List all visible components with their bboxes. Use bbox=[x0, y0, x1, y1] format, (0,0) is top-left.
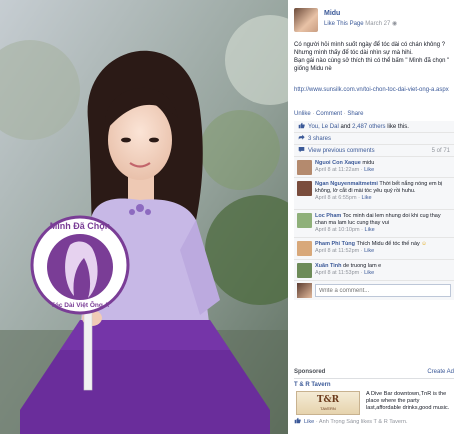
ad-image-subtitle: TAVERN bbox=[320, 406, 336, 411]
post-text: Có người hỏi mình suốt ngày để tóc dài c… bbox=[294, 41, 454, 73]
shares-link[interactable]: 3 shares bbox=[308, 136, 331, 142]
comment-time[interactable]: April 8 at 11:52pm bbox=[315, 248, 359, 254]
comment-text: midu bbox=[362, 160, 375, 166]
ad-image[interactable]: T&R TAVERN bbox=[296, 391, 360, 415]
ad-social-context: Like · Anh Trọng Sáng likes T & R Tavern… bbox=[294, 417, 408, 425]
smiley-icon: ☺ bbox=[421, 241, 427, 247]
comment-avatar[interactable] bbox=[297, 160, 312, 175]
comment-text: Thích Midu để tóc thế này bbox=[356, 241, 420, 247]
like-page-link[interactable]: Like This Page bbox=[324, 21, 364, 27]
create-ad-link[interactable]: Create Ad bbox=[427, 369, 454, 375]
post-text-paragraph-2: Bạn gái nào cùng sở thích thì có thể bấm… bbox=[294, 58, 450, 72]
comment-like-button[interactable]: Like bbox=[364, 167, 374, 173]
post-actions: Unlike · Comment · Share bbox=[294, 111, 364, 117]
post-header: Midu Like This Page March 27 ◉ bbox=[294, 8, 458, 34]
comment-text: de truong lam e bbox=[343, 263, 382, 269]
comment-button[interactable]: Comment bbox=[316, 111, 342, 117]
comment-item: Ngan Nguyenmaitmetmi Thời bết nắng nóng … bbox=[294, 178, 454, 210]
ad-image-brand: T&R bbox=[316, 395, 340, 405]
comment-icon bbox=[298, 147, 305, 153]
post-text-paragraph-1: Có người hỏi mình suốt ngày để tóc dài c… bbox=[294, 42, 446, 56]
comment-item: Xuân Tinh de truong lam e April 8 at 11:… bbox=[294, 260, 454, 281]
comment-avatar[interactable] bbox=[297, 241, 312, 256]
likes-you[interactable]: You, bbox=[308, 124, 320, 130]
sponsored-header: Sponsored Create Ad bbox=[294, 369, 454, 375]
likes-friend[interactable]: Le Dal bbox=[321, 124, 338, 130]
ad-like-button[interactable]: Like bbox=[304, 419, 314, 425]
view-previous-row: View previous comments 5 of 71 bbox=[294, 145, 454, 157]
thumbs-up-icon bbox=[294, 417, 301, 424]
comment-input[interactable] bbox=[315, 284, 451, 297]
thumbs-up-icon bbox=[298, 122, 305, 129]
ad-description: A Dive Bar downtown,TnR is the place whe… bbox=[366, 391, 450, 411]
comment-time[interactable]: April 8 at 11:53pm bbox=[315, 270, 359, 276]
comment-item: Loc Pham Toc minh dai lem nhung doi khi … bbox=[294, 210, 454, 238]
badge-label-top: Mình Đã Chọn bbox=[49, 221, 111, 231]
comment-time[interactable]: April 8 at 10:10pm bbox=[315, 227, 360, 233]
globe-icon: ◉ bbox=[391, 21, 398, 27]
post-date[interactable]: March 27 bbox=[365, 21, 390, 27]
likes-row: You, Le Dal and 2,487 others like this. bbox=[294, 121, 454, 133]
sponsored-divider bbox=[294, 378, 454, 379]
comment-avatar[interactable] bbox=[297, 213, 312, 228]
author-avatar[interactable] bbox=[294, 8, 318, 32]
comment-author[interactable]: Nguoi Con Xaque bbox=[315, 160, 361, 166]
comment-item: Nguoi Con Xaque midu April 8 at 11:22am … bbox=[294, 157, 454, 178]
sponsored-label: Sponsored bbox=[294, 369, 326, 375]
likes-others-link[interactable]: 2,487 others bbox=[352, 124, 385, 130]
comment-author[interactable]: Xuân Tinh bbox=[315, 263, 341, 269]
comment-like-button[interactable]: Like bbox=[361, 195, 371, 201]
comment-composer bbox=[294, 281, 454, 300]
post-meta: Like This Page March 27 ◉ bbox=[324, 20, 397, 27]
view-previous-comments-link[interactable]: View previous comments bbox=[308, 148, 375, 154]
shares-row: 3 shares bbox=[294, 133, 454, 145]
unlike-button[interactable]: Unlike bbox=[294, 111, 311, 117]
ad-social-text: · Anh Trọng Sáng likes T & R Tavern. bbox=[315, 419, 408, 425]
comment-item: Pham Phi Tùng Thích Midu để tóc thế này … bbox=[294, 238, 454, 260]
comment-like-button[interactable]: Like bbox=[364, 248, 374, 254]
likes-tail: like this. bbox=[387, 124, 409, 130]
share-icon bbox=[298, 134, 305, 140]
photo-illustration bbox=[0, 0, 288, 434]
comment-avatar[interactable] bbox=[297, 263, 312, 278]
badge-label-bottom: Tóc Dài Việt Ông A bbox=[50, 302, 110, 309]
share-button[interactable]: Share bbox=[347, 111, 363, 117]
post-sidebar: Midu Like This Page March 27 ◉ Có người … bbox=[288, 0, 460, 434]
comment-author[interactable]: Pham Phi Tùng bbox=[315, 241, 355, 247]
comment-time[interactable]: April 8 at 6:55pm bbox=[315, 195, 357, 201]
comment-author[interactable]: Loc Pham bbox=[315, 213, 341, 219]
comment-author[interactable]: Ngan Nguyenmaitmetmi bbox=[315, 181, 378, 187]
comment-time[interactable]: April 8 at 11:22am bbox=[315, 167, 359, 173]
likes-and: and bbox=[340, 124, 351, 130]
comment-counter: 5 of 71 bbox=[431, 148, 450, 154]
ad-title[interactable]: T & R Tavern bbox=[294, 382, 331, 388]
comment-like-button[interactable]: Like bbox=[365, 227, 375, 233]
comment-avatar[interactable] bbox=[297, 181, 312, 196]
comment-like-button[interactable]: Like bbox=[364, 270, 374, 276]
post-url-link[interactable]: http://www.sunsilk.com.vn/toi-chon-toc-d… bbox=[294, 86, 450, 94]
viewer-avatar bbox=[297, 283, 312, 298]
author-name[interactable]: Midu bbox=[324, 10, 340, 17]
post-photo[interactable]: Mình Đã Chọn Tóc Dài Việt Ông A bbox=[0, 0, 288, 434]
